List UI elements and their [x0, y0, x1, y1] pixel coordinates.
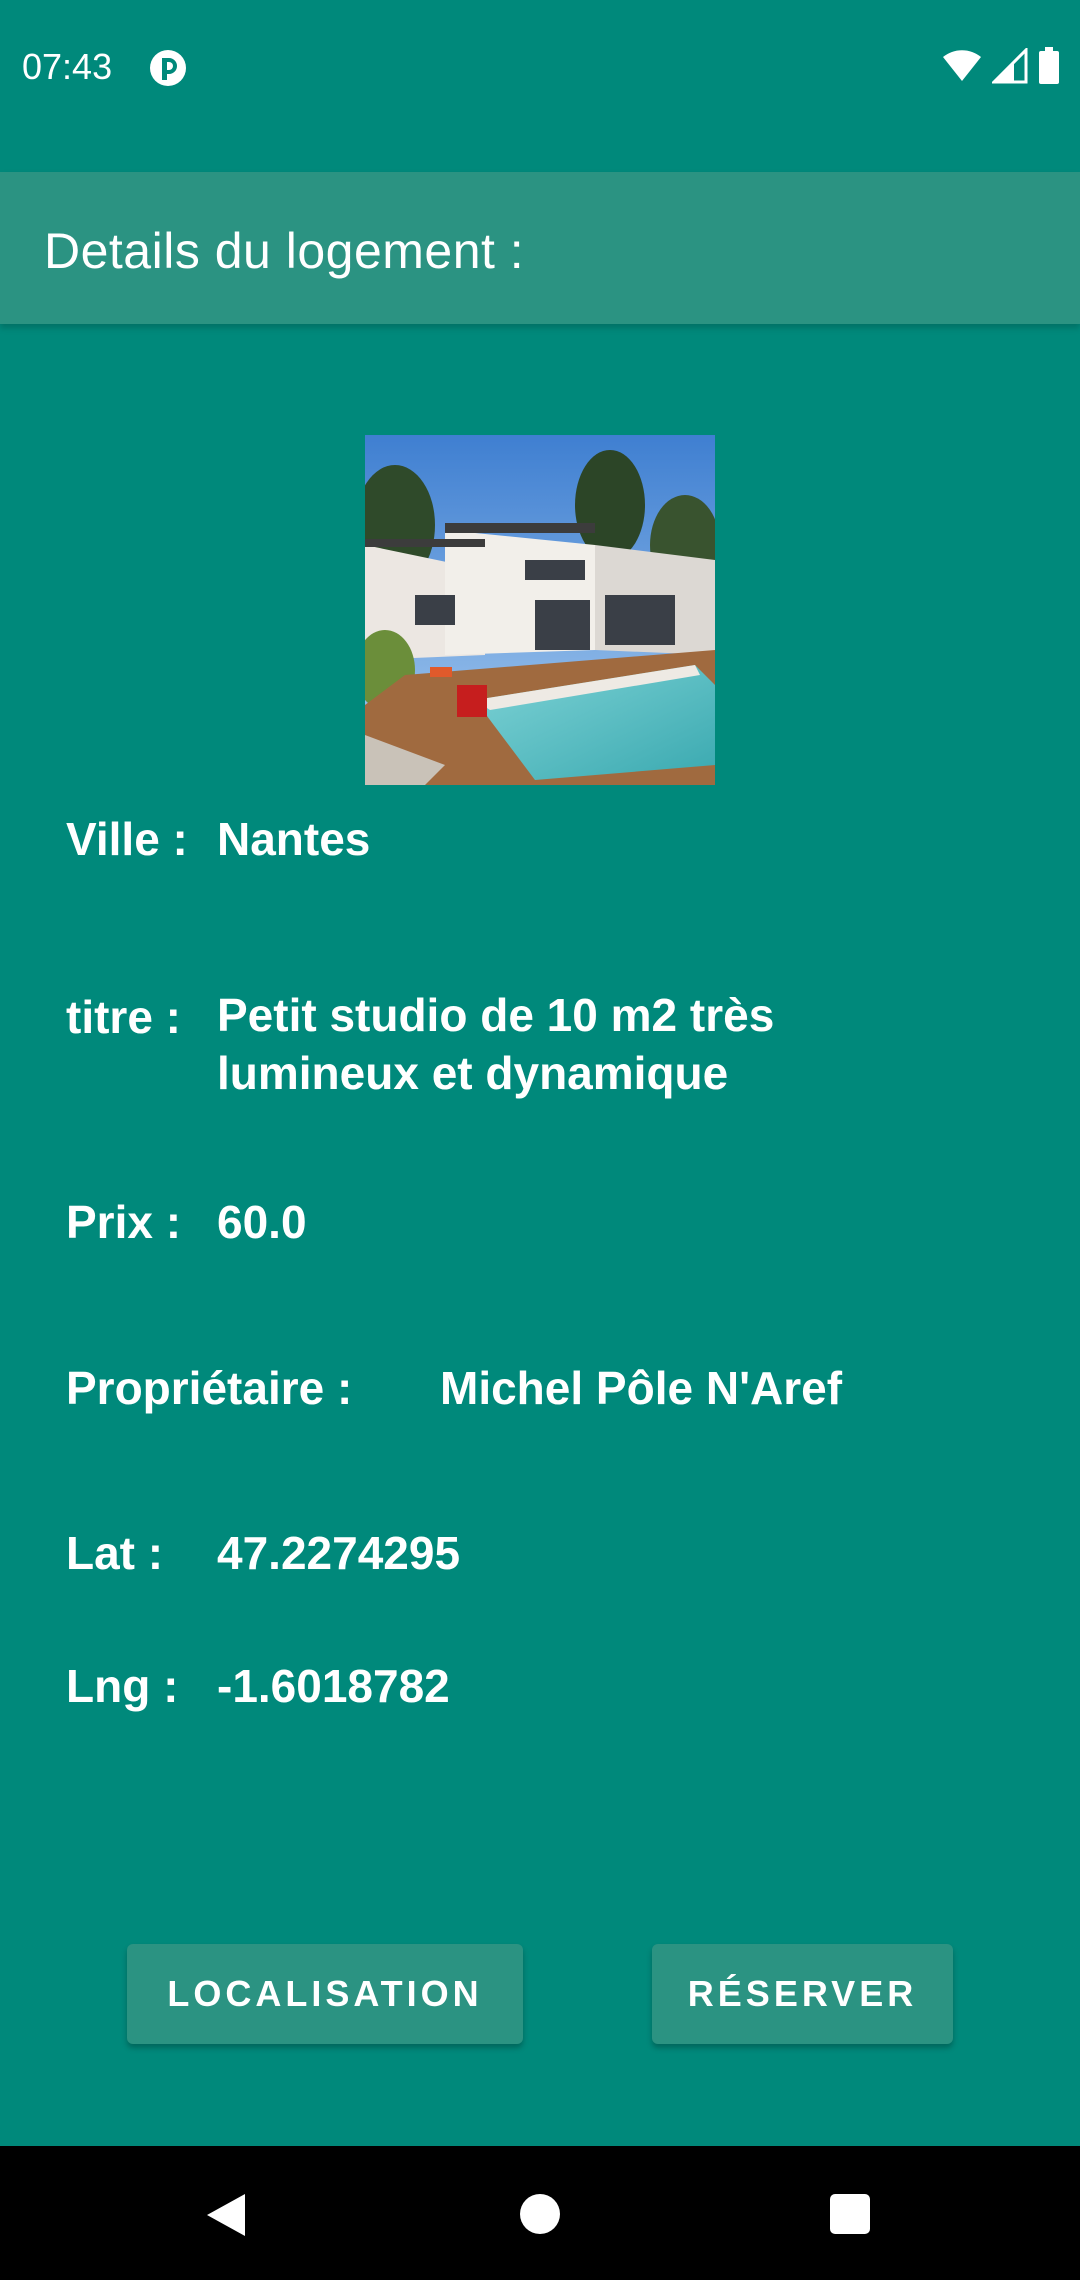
prix-value: 60.0 — [217, 1196, 307, 1248]
page-title: Details du logement : — [44, 223, 525, 279]
wifi-icon — [942, 49, 982, 88]
titre-value-line2: lumineux et dynamique — [217, 1047, 729, 1099]
lat-value: 47.2274295 — [217, 1527, 461, 1579]
ville-value: Nantes — [217, 813, 371, 865]
cellular-signal-icon — [990, 45, 1028, 89]
app-notification-icon — [148, 48, 188, 88]
lng-value: -1.6018782 — [217, 1660, 450, 1712]
listing-photo — [365, 435, 715, 785]
lng-label: Lng : — [66, 1660, 179, 1712]
proprietaire-label: Propriétaire : — [66, 1362, 353, 1414]
prix-label: Prix : — [66, 1196, 182, 1248]
localisation-button[interactable]: LOCALISATION — [127, 1944, 523, 2044]
status-bar: 07:43 — [0, 0, 1080, 130]
status-icons — [942, 45, 1060, 90]
battery-icon — [1038, 46, 1060, 90]
listing-details-screen: 07:43 Details du logement: Ville: Nant… — [0, 0, 1080, 2280]
status-time: 07:43 — [22, 46, 113, 87]
titre-value-line1: Petit studio de 10 m2 très — [217, 989, 775, 1041]
reserver-button[interactable]: RÉSERVER — [652, 1944, 953, 2044]
titre-label: titre : — [66, 991, 181, 1043]
recents-icon[interactable] — [830, 2194, 870, 2234]
proprietaire-value: Michel Pôle N'Aref — [440, 1362, 843, 1414]
home-icon[interactable] — [520, 2194, 560, 2234]
titre-value: Petit studio de 10 m2 très lumineux et d… — [217, 986, 1017, 1102]
lat-label: Lat : — [66, 1527, 164, 1579]
system-nav-bar — [0, 2146, 1080, 2280]
back-icon[interactable] — [205, 2192, 247, 2243]
ville-label: Ville : — [66, 813, 188, 865]
app-bar: Details du logement : — [0, 172, 1080, 324]
